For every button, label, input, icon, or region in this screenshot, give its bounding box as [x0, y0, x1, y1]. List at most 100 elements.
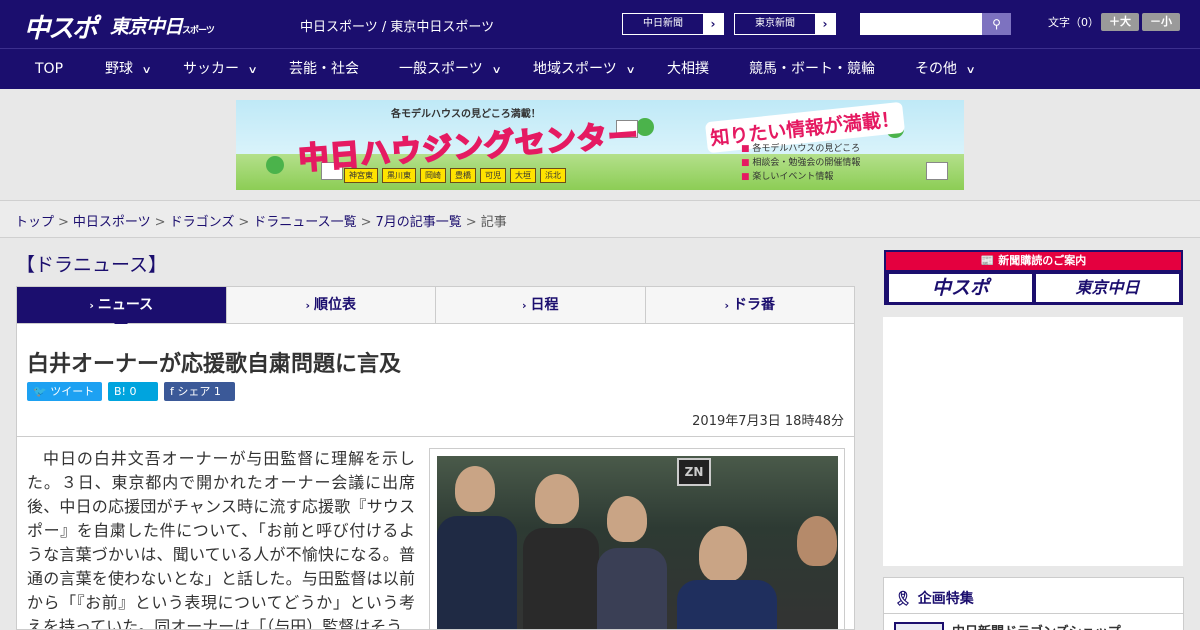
font-size-label: 文字（0） [1048, 16, 1099, 29]
photo-person [607, 496, 647, 542]
breadcrumb-separator: > [465, 215, 477, 230]
banner-list-item: 相談会・勉強会の開催情報 [741, 156, 860, 170]
ribbon-icon: 🎗 [894, 591, 912, 607]
paper-link-label: 東京新聞 [755, 18, 795, 29]
feature-section: 🎗 企画特集 中日新聞ドラゴンズショップ [883, 577, 1184, 630]
housing-center-banner[interactable]: 各モデルハウスの見どころ満載！ 中日ハウジングセンター 知りたい情報が満載！ 各… [236, 100, 964, 190]
font-smaller-button[interactable]: －小 [1142, 13, 1180, 31]
tweet-label: ツイート [50, 385, 95, 398]
banner-tree [266, 156, 284, 174]
nav-item-entertainment[interactable]: 芸能・社会 [289, 49, 359, 90]
breadcrumb-link-chunichi-sports[interactable]: 中日スポーツ [73, 215, 151, 230]
feature-item-link[interactable]: 中日新聞ドラゴンズショップ [952, 621, 1121, 630]
breadcrumb-link-july[interactable]: 7月の記事一覧 [376, 215, 462, 230]
site-title[interactable]: 中日スポーツ / 東京中日スポーツ [300, 16, 494, 35]
tab-standings[interactable]: › 順位表 [225, 287, 436, 323]
breadcrumb-link-dragons[interactable]: ドラゴンズ [170, 215, 235, 230]
banner-town: 可児 [480, 168, 506, 183]
subscription-banner[interactable]: 📰 新聞購読のご案内 中スポ 東京中日 [884, 250, 1183, 305]
subscription-title-text: 新聞購読のご案内 [998, 254, 1087, 267]
nav-item-top[interactable]: TOP [35, 49, 63, 90]
banner-towns: 神宮東 黒川東 岡崎 豊橋 可児 大垣 浜北 [344, 168, 566, 183]
facebook-label: シェア 1 [177, 385, 221, 398]
breadcrumb-separator: > [360, 215, 372, 230]
tokyo-chunichi-subscribe-logo[interactable]: 東京中日 [1036, 274, 1179, 302]
breadcrumb-current: 記事 [480, 215, 507, 230]
nav-label: 野球 [105, 61, 133, 77]
section-title: 【ドラニュース】 [16, 254, 168, 276]
nav-item-soccer[interactable]: サッカー ∨ [183, 49, 258, 90]
tweet-button[interactable]: 🐦 ツイート [27, 382, 102, 401]
breadcrumb-separator: > [58, 215, 69, 230]
nav-label: 地域スポーツ [533, 61, 617, 77]
banner-town: 大垣 [510, 168, 536, 183]
divider [884, 613, 1183, 614]
article-body: 中日の白井文吾オーナーが与田監督に理解を示した。３日、東京都内で開かれたオーナー… [27, 449, 415, 630]
tokyo-shimbun-link[interactable]: 東京新聞 › [734, 13, 836, 35]
article-photo-frame: ZN [429, 448, 845, 629]
chevron-right-icon: › [305, 299, 311, 312]
tab-dora-ban[interactable]: › ドラ番 [644, 287, 855, 323]
nav-item-local-sports[interactable]: 地域スポーツ ∨ [533, 49, 636, 90]
tokyo-logo-small: スポーツ [182, 26, 215, 36]
top-header: 中スポ 東京中日スポーツ 中日スポーツ / 東京中日スポーツ 中日新聞 › 東京新… [0, 0, 1200, 48]
banner-list: 各モデルハウスの見どころ 相談会・勉強会の開催情報 楽しいイベント情報 [741, 142, 860, 184]
breadcrumb: トップ > 中日スポーツ > ドラゴンズ > ドラニュース一覧 >7月の記事一覧 > 記事 [15, 211, 507, 230]
photo-person [797, 516, 837, 566]
photo-body [597, 548, 667, 629]
tab-label: ドラ番 [733, 297, 776, 313]
chunichi-shimbun-link[interactable]: 中日新聞 › [622, 13, 724, 35]
photo-body [437, 516, 517, 629]
news-tabs: › ニュース › 順位表 › 日程 › ドラ番 [16, 286, 855, 330]
nav-label: TOP [35, 61, 64, 77]
nav-item-other[interactable]: その他 ∨ [915, 49, 976, 90]
nav-item-baseball[interactable]: 野球 ∨ [105, 49, 152, 90]
chuspo-logo[interactable]: 中スポ [24, 8, 98, 45]
search-button[interactable]: ⚲ [982, 13, 1011, 35]
banner-town: 神宮東 [344, 168, 378, 183]
tokyo-chunichi-logo[interactable]: 東京中日スポーツ [110, 12, 215, 39]
banner-list-item: 各モデルハウスの見どころ [741, 142, 860, 156]
nav-label: 一般スポーツ [399, 61, 483, 77]
chevron-down-icon: ∨ [625, 65, 636, 76]
divider [17, 436, 854, 437]
chevron-down-icon: ∨ [247, 65, 258, 76]
paper-link-label: 中日新聞 [643, 18, 683, 29]
tab-schedule[interactable]: › 日程 [435, 287, 645, 323]
banner-town: 黒川東 [382, 168, 416, 183]
hatena-bookmark-button[interactable]: B! 0 [108, 382, 158, 401]
photo-person [699, 526, 747, 582]
chevron-down-icon: ∨ [491, 65, 502, 76]
nav-item-racing[interactable]: 競馬・ボート・競輪 [749, 49, 875, 90]
chevron-right-icon: › [521, 299, 527, 312]
breadcrumb-link-top[interactable]: トップ [15, 215, 54, 230]
main-nav: TOP 野球 ∨ サッカー ∨ 芸能・社会 一般スポーツ ∨ 地域スポーツ ∨ 大相撲 … [0, 48, 1200, 89]
feature-thumbnail[interactable] [894, 622, 944, 630]
banner-town: 豊橋 [450, 168, 476, 183]
tab-label: ニュース [97, 297, 154, 313]
banner-house [926, 162, 948, 180]
font-larger-button[interactable]: ＋大 [1101, 13, 1139, 31]
banner-list-item: 楽しいイベント情報 [741, 170, 860, 184]
chevron-down-icon: ∨ [141, 65, 152, 76]
photo-body [677, 580, 777, 629]
tokyo-logo-text: 東京中日 [110, 16, 183, 38]
nav-label: 競馬・ボート・競輪 [749, 61, 875, 77]
facebook-share-button[interactable]: f シェア 1 [164, 382, 235, 401]
photo-person [535, 474, 579, 524]
tab-news[interactable]: › ニュース [17, 287, 226, 330]
photo-sign: ZN [677, 458, 711, 486]
breadcrumb-link-dora-news[interactable]: ドラニュース一覧 [253, 215, 356, 230]
chuspo-subscribe-logo[interactable]: 中スポ [889, 274, 1032, 302]
nav-label: 大相撲 [667, 61, 709, 77]
search-input[interactable] [860, 13, 982, 35]
article-photo[interactable]: ZN [437, 456, 838, 629]
tab-label: 日程 [530, 297, 559, 313]
banner-town: 浜北 [540, 168, 566, 183]
article-headline: 白井オーナーが応援歌自粛問題に言及 [27, 352, 402, 377]
sidebar-ad [883, 317, 1183, 566]
chevron-down-icon: ∨ [965, 65, 976, 76]
nav-item-general-sports[interactable]: 一般スポーツ ∨ [399, 49, 502, 90]
twitter-icon: 🐦 [33, 385, 51, 398]
nav-item-sumo[interactable]: 大相撲 [667, 49, 709, 90]
